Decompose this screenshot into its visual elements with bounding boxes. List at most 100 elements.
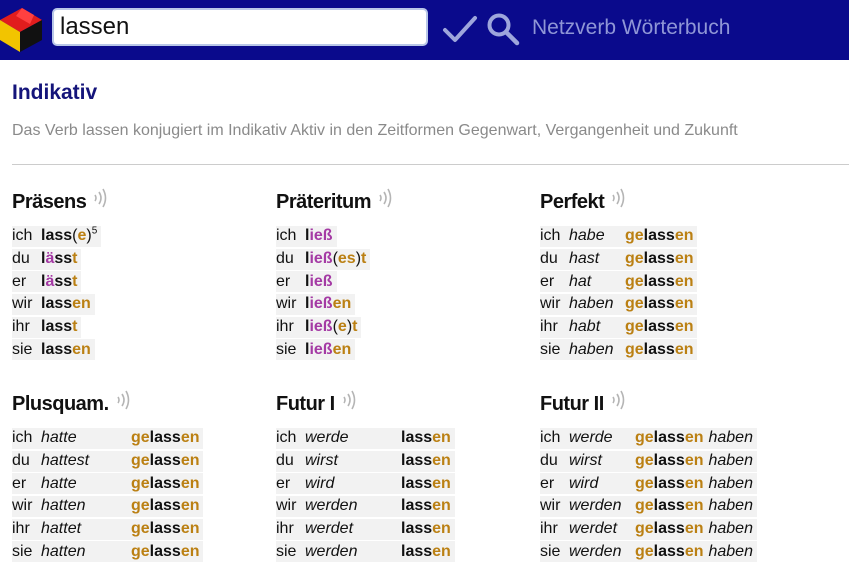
conjugation-row: er wird lassen (276, 472, 536, 495)
conjugation-row: wir hatten gelassen (12, 495, 272, 518)
tense-title: Präsens (12, 190, 87, 213)
conjugation-list: ich werde gelassen haben du wirst gelassen habe… (540, 427, 800, 563)
verb-part-stem: lass (149, 520, 181, 538)
verb-part-end: en (684, 474, 704, 492)
auxiliary-verb: habe (569, 227, 605, 245)
tense-block: Präteritum ich ließ du ließ(es)t er ließ wir lie… (276, 186, 536, 361)
auxiliary-verb-final: haben (708, 542, 753, 560)
verb-part-pref: ge (635, 429, 654, 447)
pronoun: sie (276, 542, 297, 560)
verb-form: gelassen (131, 543, 199, 561)
verb-part-stem: lass (643, 295, 675, 313)
brand-link[interactable]: Netzverb Wörterbuch (532, 16, 730, 40)
pronoun: sie (540, 542, 561, 560)
pronoun: ihr (12, 318, 30, 336)
pronoun: ich (276, 227, 297, 245)
conjugation-cell: du wirst gelassen haben (540, 450, 757, 472)
verb-part-pref: ge (625, 340, 644, 358)
conjugation-row: ihr habt gelassen (540, 316, 800, 339)
conjugation-cell: ihr habt gelassen (540, 316, 698, 338)
top-bar: Netzverb Wörterbuch (0, 0, 849, 60)
pronoun: ich (12, 227, 33, 245)
conjugation-cell: ich habe gelassen (540, 225, 698, 247)
conjugation-row: ich ließ (276, 225, 536, 248)
verb-part-stem: lass (643, 272, 675, 290)
audio-speaker-icon[interactable] (92, 187, 108, 209)
auxiliary-verb: hatte (41, 429, 77, 447)
search-input[interactable] (52, 8, 428, 46)
verb-part-stem: lass (41, 318, 73, 336)
pronoun: wir (540, 295, 561, 313)
logo-cube-icon[interactable] (0, 6, 44, 52)
conjugation-row: sie haben gelassen (540, 338, 800, 361)
auxiliary-verb: wird (305, 474, 335, 492)
verb-part-stem: ss (54, 250, 73, 268)
pronoun: ihr (276, 318, 294, 336)
conjugation-row: ich werde lassen (276, 427, 536, 450)
verb-part-end: en (674, 340, 694, 358)
checkmark-icon[interactable] (442, 12, 478, 46)
verb-part-pref: ge (625, 250, 644, 268)
verb-form: gelassen (635, 520, 703, 538)
conjugation-cell: ich werde lassen (276, 427, 455, 449)
auxiliary-verb: habt (569, 318, 601, 336)
pronoun: du (540, 250, 558, 268)
audio-speaker-icon[interactable] (341, 389, 357, 411)
auxiliary-verb-final: haben (708, 429, 753, 447)
conjugation-row: du wirst gelassen haben (540, 450, 800, 473)
verb-form: gelassen (625, 227, 693, 245)
audio-speaker-icon[interactable] (115, 389, 131, 411)
verb-part-end: en (684, 497, 704, 515)
conjugation-cell: er ließ (276, 271, 337, 293)
verb-part-umlaut: ieß (309, 227, 333, 245)
conjugation-list: ich ließ du ließ(es)t er ließ wir ließen ihr ließ… (276, 225, 536, 361)
tense-title: Perfekt (540, 190, 605, 213)
pronoun: er (540, 272, 555, 290)
conjugation-cell: ihr lasst (12, 316, 82, 338)
verb-form: gelassen (635, 497, 703, 515)
verb-form: gelassen (635, 543, 703, 561)
tense-block: Perfekt ich habe gelassen du hast gelassen er ha… (540, 186, 800, 361)
verb-form: lasst (41, 318, 77, 336)
auxiliary-verb: werdet (569, 520, 618, 538)
conjugation-cell: sie werden gelassen haben (540, 541, 757, 563)
conjugation-cell: er wird gelassen haben (540, 473, 757, 495)
verb-part-stem: lass (653, 474, 685, 492)
verb-part-stem: lass (149, 542, 181, 560)
conjugation-cell: wir werden gelassen haben (540, 495, 757, 517)
pronoun: du (276, 452, 294, 470)
verb-part-stem: lass (401, 542, 433, 560)
verb-form: lassen (401, 429, 451, 447)
verb-part-end: en (180, 429, 200, 447)
conjugation-row: ihr werdet lassen (276, 518, 536, 541)
tense-header: Futur I (276, 388, 536, 420)
conjugation-list: ich werde lassen du wirst lassen er wird lassen w… (276, 427, 536, 563)
pronoun: ich (540, 429, 561, 447)
verb-part-end: en (332, 340, 352, 358)
conjugation-row: er hat gelassen (540, 270, 800, 293)
verb-form: lassen (401, 543, 451, 561)
audio-speaker-icon[interactable] (610, 187, 626, 209)
verb-part-umlaut: ieß (309, 340, 333, 358)
verb-form: gelassen (131, 475, 199, 493)
verb-form: gelassen (131, 452, 199, 470)
verb-part-stem: lass (653, 452, 685, 470)
verb-part-stem: lass (41, 227, 73, 245)
verb-form: gelassen (625, 318, 693, 336)
verb-part-end: en (180, 520, 200, 538)
main-content: Indikativ Das Verb lassen konjugiert im … (0, 60, 849, 581)
pronoun: sie (276, 340, 297, 358)
verb-part-end: t (352, 318, 358, 336)
pronoun: wir (12, 295, 33, 313)
search-icon[interactable] (486, 12, 520, 46)
conjugation-cell: sie lassen (12, 339, 95, 361)
verb-form: gelassen (625, 295, 693, 313)
tense-block: Plusquam. ich hatte gelassen du hattest gelass… (12, 388, 272, 563)
audio-speaker-icon[interactable] (610, 389, 626, 411)
conjugation-cell: du lässt (12, 248, 82, 270)
audio-speaker-icon[interactable] (377, 187, 393, 209)
verb-part-stem: lass (149, 429, 181, 447)
pronoun: ihr (540, 520, 558, 538)
conjugation-cell: sie haben gelassen (540, 339, 698, 361)
verb-part-end: es (337, 250, 356, 268)
